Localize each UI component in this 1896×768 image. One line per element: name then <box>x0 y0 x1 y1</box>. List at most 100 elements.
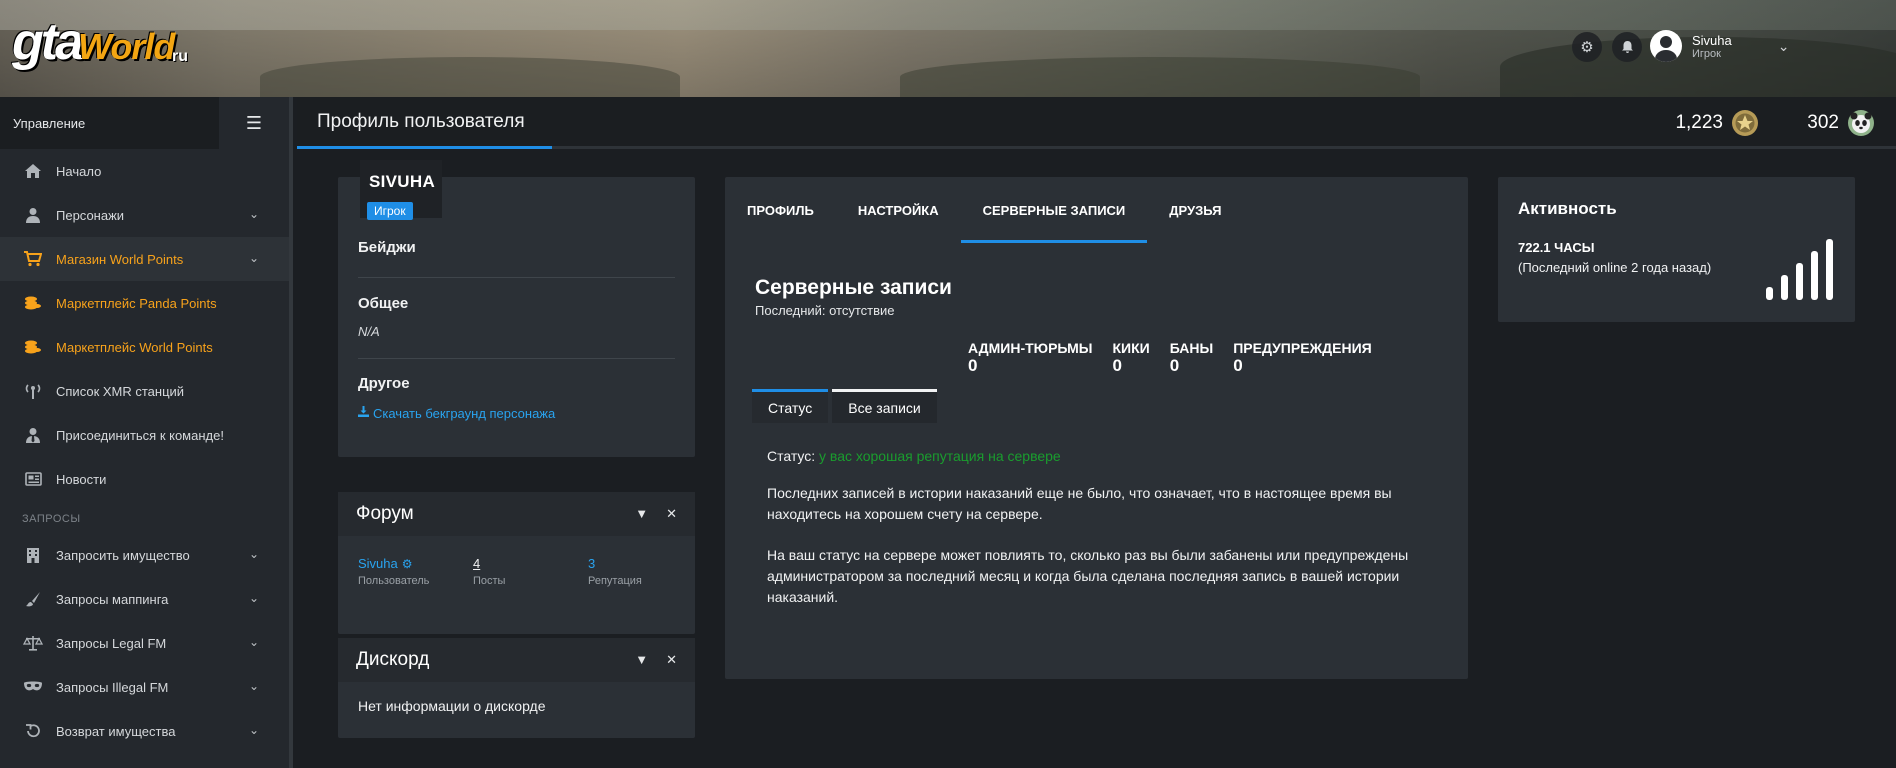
subtab-all-records[interactable]: Все записи <box>832 389 937 423</box>
newspaper-icon <box>22 470 44 488</box>
download-link-text: Скачать бекграунд персонажа <box>373 405 556 421</box>
tab-profile[interactable]: ПРОФИЛЬ <box>725 177 836 243</box>
tab-settings[interactable]: НАСТРОЙКА <box>836 177 961 243</box>
subtab-status[interactable]: Статус <box>752 389 829 423</box>
activity-signal-bars-icon <box>1766 239 1833 300</box>
stat-admin-jail: АДМИН-ТЮРЬМЫ 0 <box>968 340 1093 376</box>
banner-hill <box>260 57 680 97</box>
panda-points-counter[interactable]: 302 <box>1807 109 1875 137</box>
records-subtabs: Статус Все записи <box>752 389 937 423</box>
status-value: у вас хорошая репутация на сервере <box>819 448 1061 464</box>
stat-label: КИКИ <box>1112 340 1150 356</box>
general-value: N/A <box>358 324 380 339</box>
home-icon <box>22 162 44 180</box>
forum-title: Форум <box>356 503 414 524</box>
chevron-down-icon: ⌄ <box>248 207 259 221</box>
header-icons: ⚙ <box>1572 32 1642 62</box>
sidebar-item-characters[interactable]: Персонажи ⌄ <box>0 193 289 237</box>
cart-icon <box>22 250 44 268</box>
sidebar-item-mapping-requests[interactable]: Запросы маппинга ⌄ <box>0 577 289 621</box>
general-heading: Общее <box>358 295 409 312</box>
hamburger-menu-icon[interactable]: ☰ <box>219 97 289 149</box>
collapse-caret-icon[interactable]: ▼ <box>635 652 648 668</box>
stat-warnings: ПРЕДУПРЕЖДЕНИЯ 0 <box>1233 340 1372 376</box>
sidebar-item-xmr-stations[interactable]: Список XMR станций <box>0 369 289 413</box>
mask-icon <box>22 678 44 696</box>
sidebar: Управление ☰ Начало Персонажи ⌄ Магазин … <box>0 97 293 768</box>
activity-bar <box>1811 251 1818 300</box>
profile-name: SIVUHA <box>369 172 436 191</box>
divider <box>358 277 675 278</box>
site-logo[interactable]: gta World ru <box>12 12 192 78</box>
user-avatar-icon <box>1650 30 1682 62</box>
coins-icon <box>22 294 44 312</box>
close-icon[interactable]: ✕ <box>666 652 677 668</box>
sidebar-item-world-marketplace[interactable]: Маркетплейс World Points <box>0 325 289 369</box>
page-title: Профиль пользователя <box>317 111 525 132</box>
stat-kicks: КИКИ 0 <box>1113 340 1150 376</box>
user-menu[interactable]: Sivuha Игрок ⌄ <box>1650 24 1840 68</box>
other-heading: Другое <box>358 375 410 392</box>
settings-gear-icon[interactable]: ⚙ <box>1572 32 1602 62</box>
subtab-label: Статус <box>768 399 813 416</box>
tab-label: НАСТРОЙКА <box>857 202 939 218</box>
forum-card: Форум ▼ ✕ Sivuha ⚙ Пользователь 4 Посты … <box>338 492 695 634</box>
sidebar-item-property-return[interactable]: Возврат имущества ⌄ <box>0 709 289 753</box>
banner-sky <box>0 0 1896 30</box>
sidebar-item-illegal-fm[interactable]: Запросы Illegal FM ⌄ <box>0 665 289 709</box>
profile-tabs: ПРОФИЛЬ НАСТРОЙКА СЕРВЕРНЫЕ ЗАПИСИ ДРУЗЬ… <box>725 177 1468 243</box>
discord-info-text: Нет информации о дискорде <box>358 698 546 714</box>
forum-username-caption: Пользователь <box>358 575 430 587</box>
coins-icon <box>22 338 44 356</box>
sidebar-item-request-property[interactable]: Запросить имущество ⌄ <box>0 533 289 577</box>
sidebar-section-requests: ЗАПРОСЫ <box>22 513 81 525</box>
download-background-link[interactable]: Скачать бекграунд персонажа <box>358 404 555 422</box>
stat-value: 0 <box>1112 356 1122 375</box>
chevron-down-icon: ⌄ <box>248 635 259 649</box>
notification-bell-icon[interactable] <box>1612 32 1642 62</box>
header-banner: gta World ru ⚙ Sivuha Игрок ⌄ <box>0 0 1896 97</box>
sidebar-item-label: Запросы маппинга <box>56 591 169 607</box>
close-icon[interactable]: ✕ <box>666 506 677 522</box>
chevron-down-icon: ⌄ <box>248 723 259 737</box>
sidebar-item-panda-marketplace[interactable]: Маркетплейс Panda Points <box>0 281 289 325</box>
sidebar-item-news[interactable]: Новости <box>0 457 289 501</box>
stat-label: АДМИН-ТЮРЬМЫ <box>968 340 1093 356</box>
logo-world-text: World <box>78 26 175 67</box>
forum-username-link[interactable]: Sivuha <box>358 556 398 571</box>
panda-points-coin-icon <box>1847 109 1875 137</box>
sidebar-item-home[interactable]: Начало <box>0 149 289 193</box>
sidebar-item-legal-fm[interactable]: Запросы Legal FM ⌄ <box>0 621 289 665</box>
user-tie-icon <box>22 426 44 444</box>
sidebar-item-label: Присоединиться к команде! <box>56 427 224 443</box>
sidebar-header: Управление ☰ <box>0 97 289 149</box>
forum-posts-value[interactable]: 4 <box>473 556 505 571</box>
activity-card: Активность 722.1 ЧАСЫ (Последний online … <box>1498 177 1855 322</box>
tab-server-records[interactable]: СЕРВЕРНЫЕ ЗАПИСИ <box>960 177 1148 243</box>
collapse-caret-icon[interactable]: ▼ <box>635 506 648 522</box>
role-badge: Игрок <box>367 202 413 220</box>
sidebar-item-world-points-shop[interactable]: Магазин World Points ⌄ <box>0 237 289 281</box>
user-name: Sivuha <box>1692 32 1732 48</box>
stat-label: БАНЫ <box>1169 340 1214 356</box>
divider <box>358 358 675 359</box>
discord-panel-header: Дискорд ▼ ✕ <box>338 638 695 682</box>
tab-friends[interactable]: ДРУЗЬЯ <box>1147 177 1243 243</box>
activity-bar <box>1826 239 1833 300</box>
world-points-coin-icon <box>1731 109 1759 137</box>
activity-hours: 722.1 ЧАСЫ <box>1518 240 1595 255</box>
forum-reputation-caption: Репутация <box>588 575 642 587</box>
person-icon <box>22 206 44 224</box>
sidebar-item-label: Запросить имущество <box>56 547 190 563</box>
chevron-down-icon: ⌄ <box>248 591 259 605</box>
building-icon <box>22 546 44 564</box>
sidebar-item-join-team[interactable]: Присоединиться к команде! <box>0 413 289 457</box>
profile-nametag: SIVUHA Игрок <box>360 160 442 220</box>
forum-reputation-value: 3 <box>588 556 596 571</box>
chevron-down-icon: ⌄ <box>248 251 259 265</box>
panda-points-value: 302 <box>1807 112 1839 133</box>
brush-icon <box>22 590 44 608</box>
records-stats: АДМИН-ТЮРЬМЫ 0 КИКИ 0 БАНЫ 0 ПРЕДУПРЕЖДЕ… <box>968 340 1392 376</box>
title-underline <box>297 146 552 149</box>
world-points-counter[interactable]: 1,223 <box>1675 109 1759 137</box>
